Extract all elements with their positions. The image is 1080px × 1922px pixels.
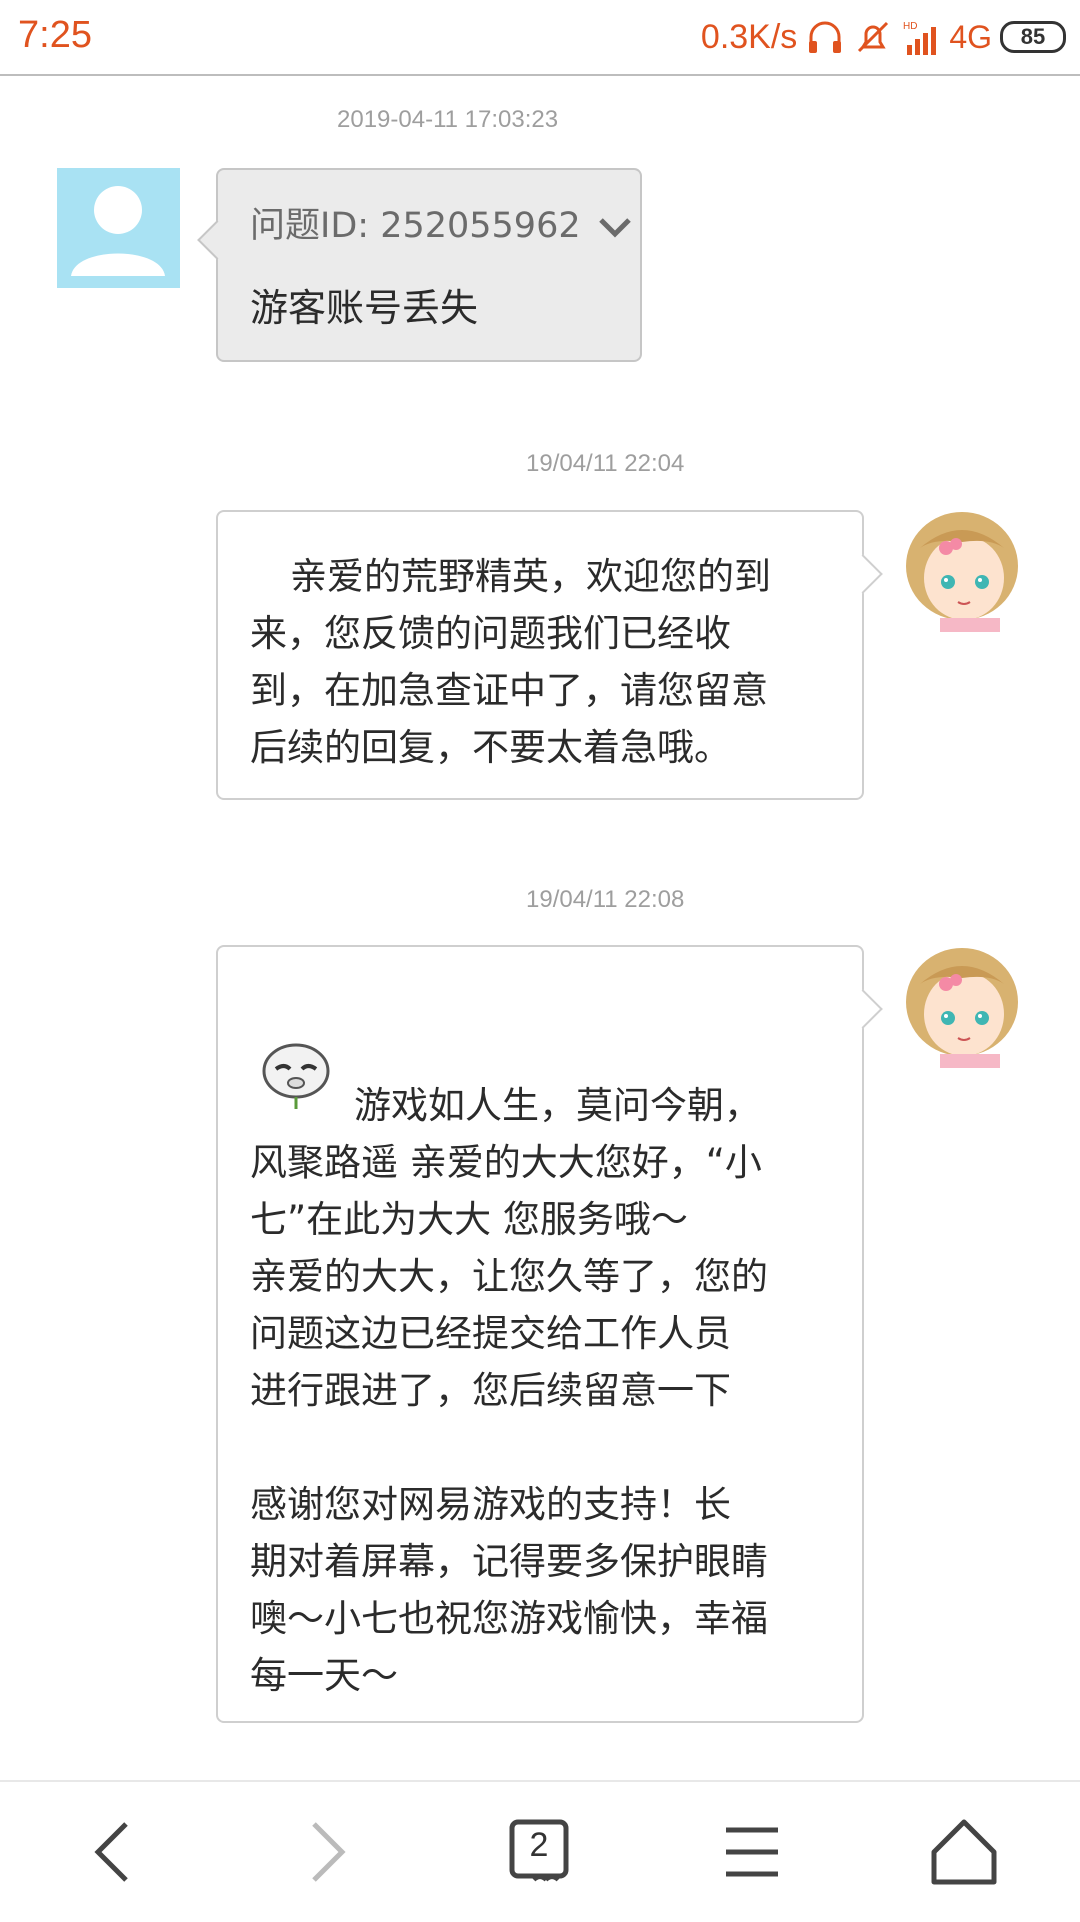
- tab-count: 2: [529, 1826, 549, 1864]
- forward-icon[interactable]: [286, 1812, 366, 1892]
- user-avatar: [57, 168, 180, 288]
- battery-icon: 85: [1000, 21, 1066, 53]
- message-timestamp: 19/04/11 22:08: [526, 886, 685, 913]
- net-speed: 0.3K/s: [700, 17, 798, 56]
- home-icon[interactable]: [924, 1812, 1004, 1892]
- question-id-row[interactable]: 问题ID: 252055962: [250, 198, 633, 255]
- message-line: 七”在此为大大 您服务哦～: [250, 1198, 688, 1241]
- bubble-tail: [197, 220, 237, 260]
- message-timestamp: 19/04/11 22:04: [526, 450, 685, 477]
- message-text: 游客账号丢失: [250, 286, 479, 330]
- bottom-nav-bar: 2: [0, 1780, 1080, 1922]
- default-user-icon: [71, 186, 165, 276]
- bubble-tail: [843, 989, 883, 1029]
- headphone-icon: [809, 21, 842, 53]
- agent-message-bubble[interactable]: 亲爱的荒野精英，欢迎您的到 来，您反馈的问题我们已经收 到，在加急查证中了，请您…: [216, 510, 883, 800]
- message-line: 风聚路遥 亲爱的大大您好，“小: [250, 1141, 762, 1184]
- status-bar: 7:25 0.3K/s HD 4G 85: [0, 0, 1080, 76]
- agent-avatar: [900, 508, 1024, 632]
- girl-avatar-icon: [906, 512, 1018, 632]
- message-line: 进行跟进了，您后续留意一下: [250, 1369, 731, 1412]
- chevron-down-icon[interactable]: [597, 215, 633, 239]
- battery-level: 85: [1020, 24, 1046, 49]
- menu-icon[interactable]: [712, 1812, 792, 1892]
- message-line: [250, 1419, 834, 1476]
- agent-avatar: [900, 944, 1024, 1068]
- message-line: 每一天～: [250, 1654, 398, 1697]
- tabs-button[interactable]: 2: [500, 1812, 580, 1892]
- bubble-tail: [843, 554, 883, 594]
- message-line: 游戏如人生，莫问今朝，: [354, 1084, 761, 1127]
- message-line: 到，在加急查证中了，请您留意: [250, 669, 768, 712]
- girl-avatar-icon: [906, 948, 1018, 1068]
- message-line: 感谢您对网易游戏的支持！长: [250, 1483, 731, 1526]
- message-line: 期对着屏幕，记得要多保护眼睛: [250, 1540, 768, 1583]
- message-line: 问题这边已经提交给工作人员: [250, 1312, 731, 1355]
- user-message-bubble[interactable]: 问题ID: 252055962 游客账号丢失: [197, 168, 642, 362]
- message-text: 亲爱的荒野精英，欢迎您的到 来，您反馈的问题我们已经收 到，在加急查证中了，请您…: [250, 548, 834, 776]
- alarm-off-icon: [858, 21, 889, 53]
- message-line: 来，您反馈的问题我们已经收: [250, 612, 731, 655]
- message-line: 亲爱的荒野精英，欢迎您的到: [290, 555, 771, 598]
- network-type: 4G: [949, 18, 992, 55]
- message-line: 后续的回复，不要太着急哦。: [250, 726, 731, 769]
- back-icon[interactable]: [74, 1812, 154, 1892]
- message-text: 游戏如人生，莫问今朝， 风聚路遥 亲爱的大大您好，“小 七”在此为大大 您服务哦…: [250, 1077, 834, 1704]
- svg-text:HD: HD: [903, 21, 917, 32]
- hd-signal-icon: HD: [903, 21, 937, 55]
- status-indicators: 0.3K/s HD 4G 85: [701, 14, 1066, 60]
- message-line: 噢～小七也祝您游戏愉快，幸福: [250, 1597, 768, 1640]
- message-timestamp: 2019-04-11 17:03:23: [337, 106, 559, 133]
- message-line: 亲爱的大大，让您久等了，您的: [250, 1255, 768, 1298]
- agent-message-bubble[interactable]: 游戏如人生，莫问今朝， 风聚路遥 亲爱的大大您好，“小 七”在此为大大 您服务哦…: [216, 945, 883, 1723]
- question-id: 问题ID: 252055962: [250, 206, 581, 246]
- status-time: 7:25: [18, 14, 92, 56]
